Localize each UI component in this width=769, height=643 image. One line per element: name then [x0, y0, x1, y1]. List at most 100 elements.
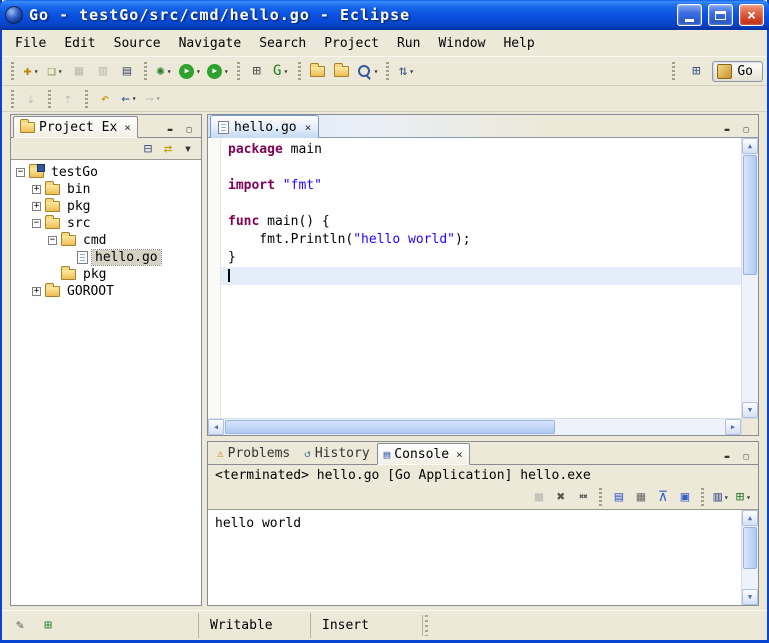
open-task-button[interactable] — [306, 59, 330, 83]
tab-history[interactable]: ↺History — [297, 442, 376, 464]
print-button[interactable]: ▤ — [115, 59, 139, 83]
console-output[interactable]: hello world — [208, 510, 741, 605]
scrollbar-thumb[interactable] — [225, 420, 555, 434]
code-line[interactable] — [221, 195, 741, 213]
menu-project[interactable]: Project — [315, 33, 388, 54]
scroll-lock-button[interactable]: ▦ — [630, 487, 651, 508]
close-icon[interactable]: × — [305, 122, 312, 133]
clear-console-button[interactable]: ▤ — [608, 487, 629, 508]
maximize-view-icon[interactable]: □ — [181, 122, 197, 137]
code-line[interactable] — [221, 267, 741, 285]
save-button[interactable]: ▦ — [67, 59, 91, 83]
scroll-right-icon[interactable]: ▶ — [725, 419, 741, 435]
minimize-window-button[interactable] — [677, 4, 702, 26]
editor-vertical-scrollbar[interactable]: ▲ ▼ — [741, 138, 758, 418]
tab-problems[interactable]: ⚠Problems — [210, 442, 297, 464]
maximize-window-button[interactable] — [708, 4, 733, 26]
code-line[interactable]: func main() { — [221, 213, 741, 231]
show-view-icon[interactable]: ⊞ — [38, 617, 58, 635]
scrollbar-track[interactable] — [742, 570, 758, 589]
scroll-down-icon[interactable]: ▼ — [742, 589, 758, 605]
view-menu-button[interactable]: ▾ — [179, 140, 197, 158]
tree-item-goroot[interactable]: +GOROOT — [11, 283, 201, 300]
tree-item-bin[interactable]: +bin — [11, 181, 201, 198]
maximize-view-icon[interactable]: □ — [738, 122, 754, 137]
team-sync-button[interactable]: ⇅▾ — [394, 59, 418, 83]
tab-project-explorer[interactable]: Project Ex × — [13, 116, 138, 138]
code-editor[interactable]: package main import "fmt" func main() { fm… — [221, 138, 741, 418]
expand-icon[interactable]: + — [32, 185, 41, 194]
menu-window[interactable]: Window — [429, 33, 494, 54]
expand-icon[interactable]: + — [32, 202, 41, 211]
scrollbar-track[interactable] — [742, 276, 758, 402]
scroll-left-icon[interactable]: ◀ — [208, 419, 224, 435]
console-vertical-scrollbar[interactable]: ▲ ▼ — [741, 510, 758, 605]
tree-item-cmd[interactable]: −cmd — [11, 232, 201, 249]
search-button[interactable]: ▾ — [354, 59, 382, 83]
external-tools-button[interactable]: ▶▾ — [204, 59, 232, 83]
scrollbar-thumb[interactable] — [743, 155, 757, 275]
close-icon[interactable]: × — [456, 449, 463, 460]
minimize-view-icon[interactable]: ▬ — [719, 122, 735, 137]
open-resource-button[interactable] — [330, 59, 354, 83]
fast-view-icon[interactable]: ✎ — [10, 617, 30, 635]
tree-item-pkg[interactable]: +pkg — [11, 198, 201, 215]
code-line[interactable]: fmt.Println("hello world"); — [221, 231, 741, 249]
tab-console[interactable]: ▤Console× — [377, 443, 470, 465]
run-button[interactable]: ▶▾ — [176, 59, 204, 83]
remove-launch-button[interactable]: ✖ — [550, 487, 571, 508]
tree-item-hello-go[interactable]: hello.go — [11, 249, 201, 266]
display-selected-console-button[interactable]: ▥▾ — [710, 487, 731, 508]
code-line[interactable] — [221, 159, 741, 177]
tree-item-testgo[interactable]: −testGo — [11, 164, 201, 181]
code-line[interactable]: import "fmt" — [221, 177, 741, 195]
new-project-button[interactable]: ❏▾ — [43, 59, 67, 83]
save-all-button[interactable]: ▥ — [91, 59, 115, 83]
terminate-button[interactable]: ■ — [528, 487, 549, 508]
collapse-icon[interactable]: − — [16, 168, 25, 177]
close-window-button[interactable]: × — [739, 4, 764, 26]
new-wizard-button[interactable]: ✚▾ — [19, 59, 43, 83]
scroll-up-icon[interactable]: ▲ — [742, 510, 758, 526]
tree-item-pkg[interactable]: pkg — [11, 266, 201, 283]
tree-item-src[interactable]: −src — [11, 215, 201, 232]
maximize-view-icon[interactable]: □ — [738, 449, 754, 464]
scrollbar-track[interactable] — [556, 419, 725, 435]
next-annotation-button[interactable]: ⇣ — [19, 87, 43, 111]
menu-help[interactable]: Help — [494, 33, 543, 54]
open-console-button[interactable]: ⊞▾ — [733, 487, 754, 508]
close-icon[interactable]: × — [124, 122, 131, 133]
collapse-icon[interactable]: − — [48, 236, 57, 245]
expand-icon[interactable]: + — [32, 287, 41, 296]
remove-all-launches-button[interactable]: ✖✖ — [572, 487, 593, 508]
minimize-view-icon[interactable]: ▬ — [719, 449, 735, 464]
menu-search[interactable]: Search — [250, 33, 315, 54]
menu-source[interactable]: Source — [105, 33, 170, 54]
menu-navigate[interactable]: Navigate — [170, 33, 251, 54]
go-grid-button[interactable]: ⊞ — [245, 59, 269, 83]
scroll-up-icon[interactable]: ▲ — [742, 138, 758, 154]
back-button[interactable]: ←▾ — [117, 87, 141, 111]
link-with-editor-button[interactable]: ⇄ — [159, 140, 177, 158]
titlebar[interactable]: Go - testGo/src/cmd/hello.go - Eclipse × — [0, 0, 769, 30]
open-perspective-button[interactable]: ⊞ — [684, 59, 708, 83]
minimize-view-icon[interactable]: ▬ — [162, 122, 178, 137]
pin-console-button[interactable]: ⊼ — [652, 487, 673, 508]
tab-hello-go[interactable]: hello.go × — [210, 115, 319, 138]
show-on-output-button[interactable]: ▣ — [674, 487, 695, 508]
code-line[interactable]: package main — [221, 141, 741, 159]
menu-run[interactable]: Run — [388, 33, 429, 54]
menu-edit[interactable]: Edit — [55, 33, 104, 54]
go-perspective-button[interactable]: Go — [712, 61, 763, 82]
collapse-icon[interactable]: − — [32, 219, 41, 228]
collapse-all-button[interactable]: ⊟ — [139, 140, 157, 158]
last-edit-location-button[interactable]: ↶ — [93, 87, 117, 111]
forward-button[interactable]: →▾ — [141, 87, 165, 111]
previous-annotation-button[interactable]: ⇡ — [56, 87, 80, 111]
menu-file[interactable]: File — [6, 33, 55, 54]
editor-horizontal-scrollbar[interactable]: ◀ ▶ — [208, 418, 741, 435]
debug-button[interactable]: ✺▾ — [152, 59, 176, 83]
code-line[interactable]: } — [221, 249, 741, 267]
go-tools-button[interactable]: G▾ — [269, 59, 293, 83]
scroll-down-icon[interactable]: ▼ — [742, 402, 758, 418]
